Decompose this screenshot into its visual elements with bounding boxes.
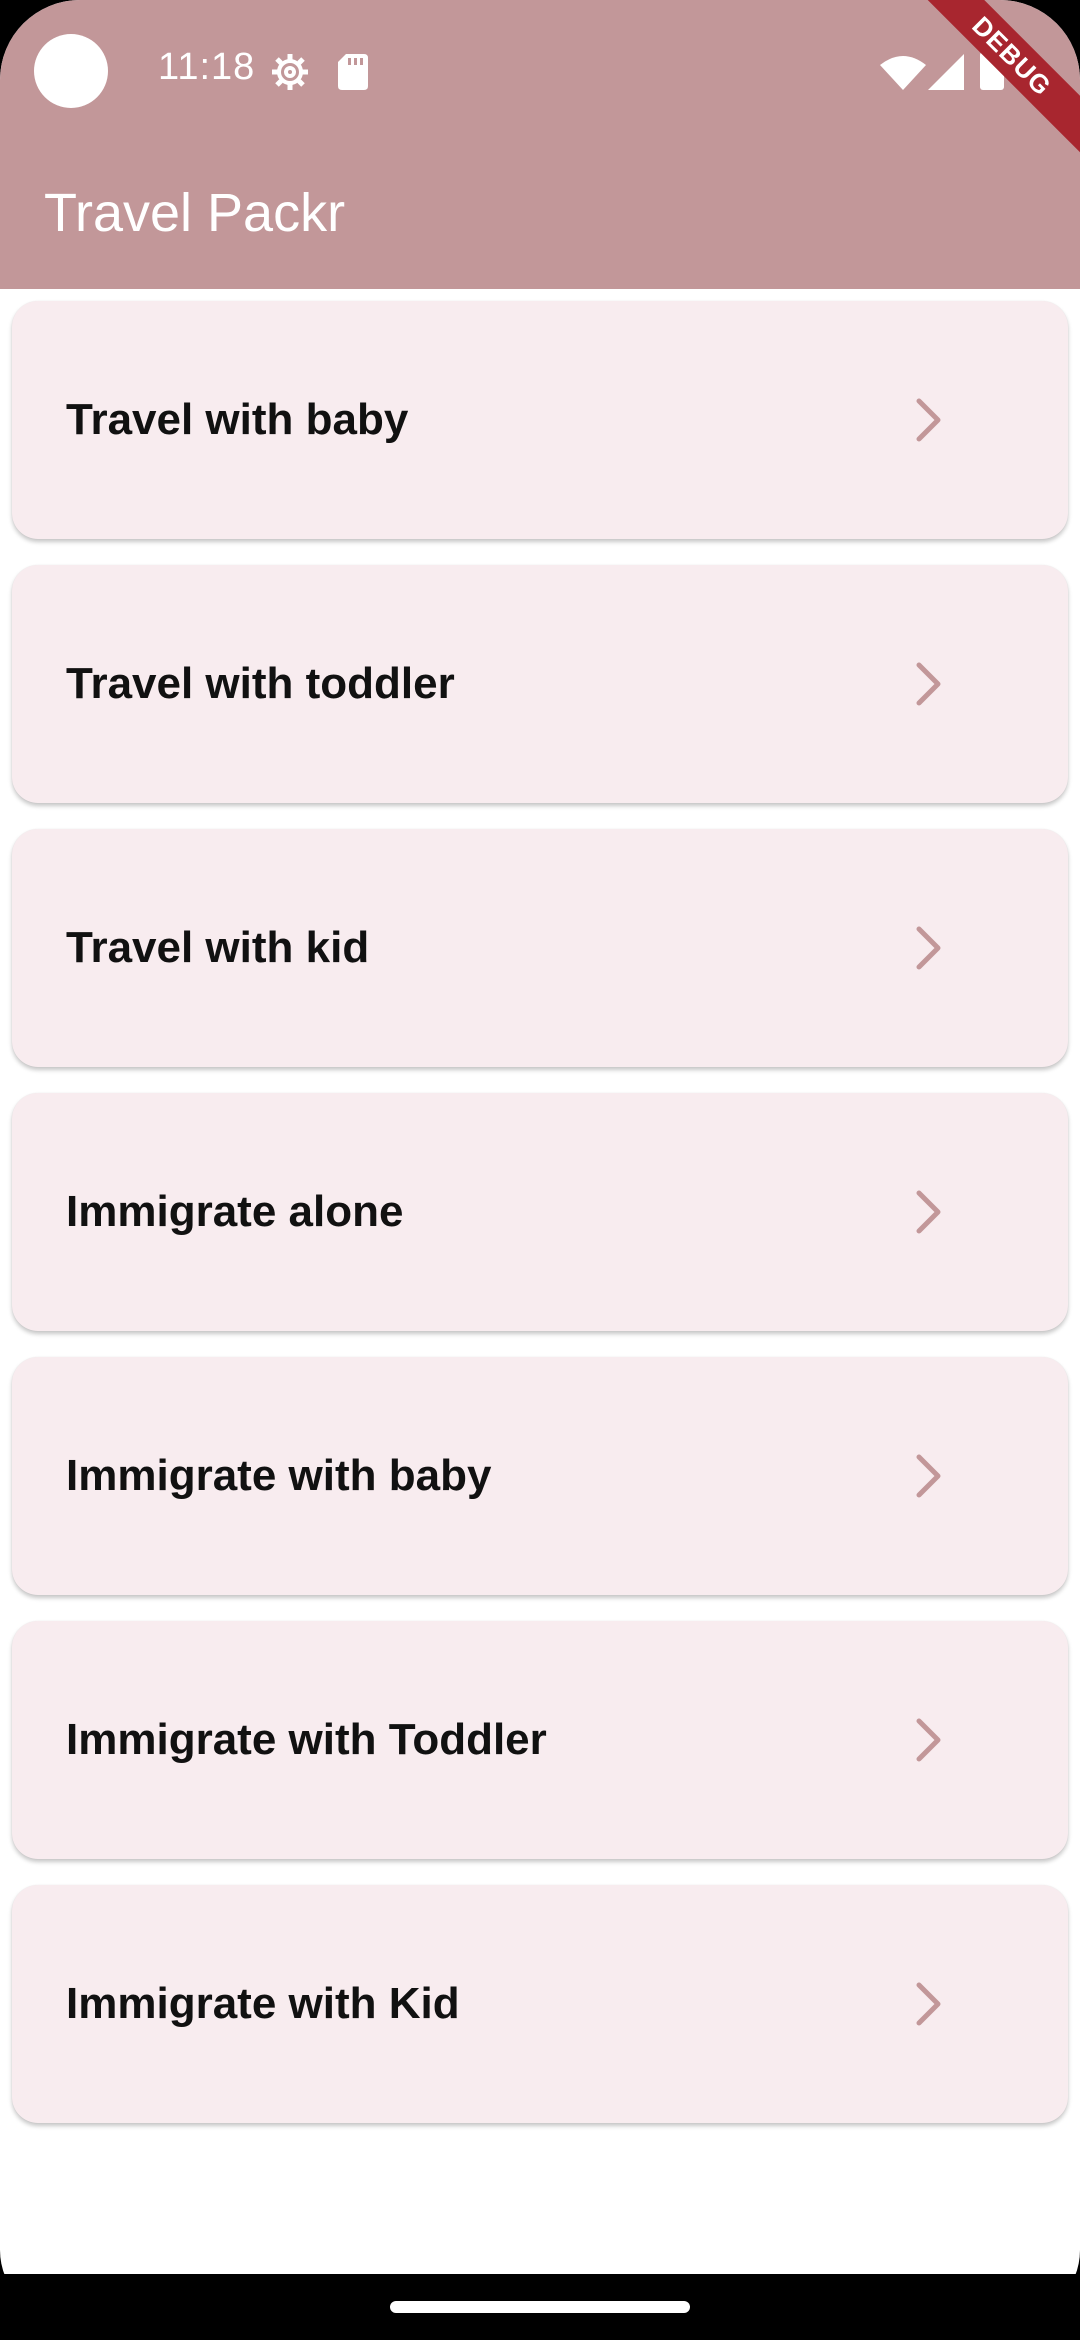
app-screen: 11:18 Travel Packr DEBUG Travel with bab…	[0, 0, 1080, 2340]
list-item-label: Immigrate with Toddler	[66, 1715, 547, 1764]
list-item[interactable]: Travel with baby	[12, 301, 1068, 539]
list-item-label: Immigrate with baby	[66, 1451, 492, 1500]
page-title: Travel Packr	[44, 183, 346, 243]
list-item[interactable]: Travel with kid	[12, 829, 1068, 1067]
list-item[interactable]: Immigrate with Kid	[12, 1885, 1068, 2123]
gear-icon	[270, 52, 310, 92]
chevron-right-icon	[902, 1979, 952, 2029]
debug-label: DEBUG	[913, 0, 1080, 155]
list-item-label: Immigrate alone	[66, 1187, 404, 1236]
list-item[interactable]: Immigrate with Toddler	[12, 1621, 1068, 1859]
list-item[interactable]: Immigrate with baby	[12, 1357, 1068, 1595]
list-item-label: Travel with kid	[66, 923, 370, 972]
camera-cutout	[34, 34, 108, 108]
chevron-right-icon	[902, 923, 952, 973]
status-time: 11:18	[158, 46, 256, 88]
sd-card-icon	[338, 54, 368, 90]
list-item[interactable]: Travel with toddler	[12, 565, 1068, 803]
chevron-right-icon	[902, 1715, 952, 1765]
list-item-label: Immigrate with Kid	[66, 1979, 460, 2028]
chevron-right-icon	[902, 395, 952, 445]
list-item-label: Travel with baby	[66, 395, 409, 444]
chevron-right-icon	[902, 1187, 952, 1237]
list-item[interactable]: Immigrate alone	[12, 1093, 1068, 1331]
home-gesture-handle[interactable]	[390, 2301, 690, 2313]
chevron-right-icon	[902, 1451, 952, 1501]
list-item-label: Travel with toddler	[66, 659, 455, 708]
chevron-right-icon	[902, 659, 952, 709]
debug-banner: DEBUG	[910, 0, 1080, 170]
